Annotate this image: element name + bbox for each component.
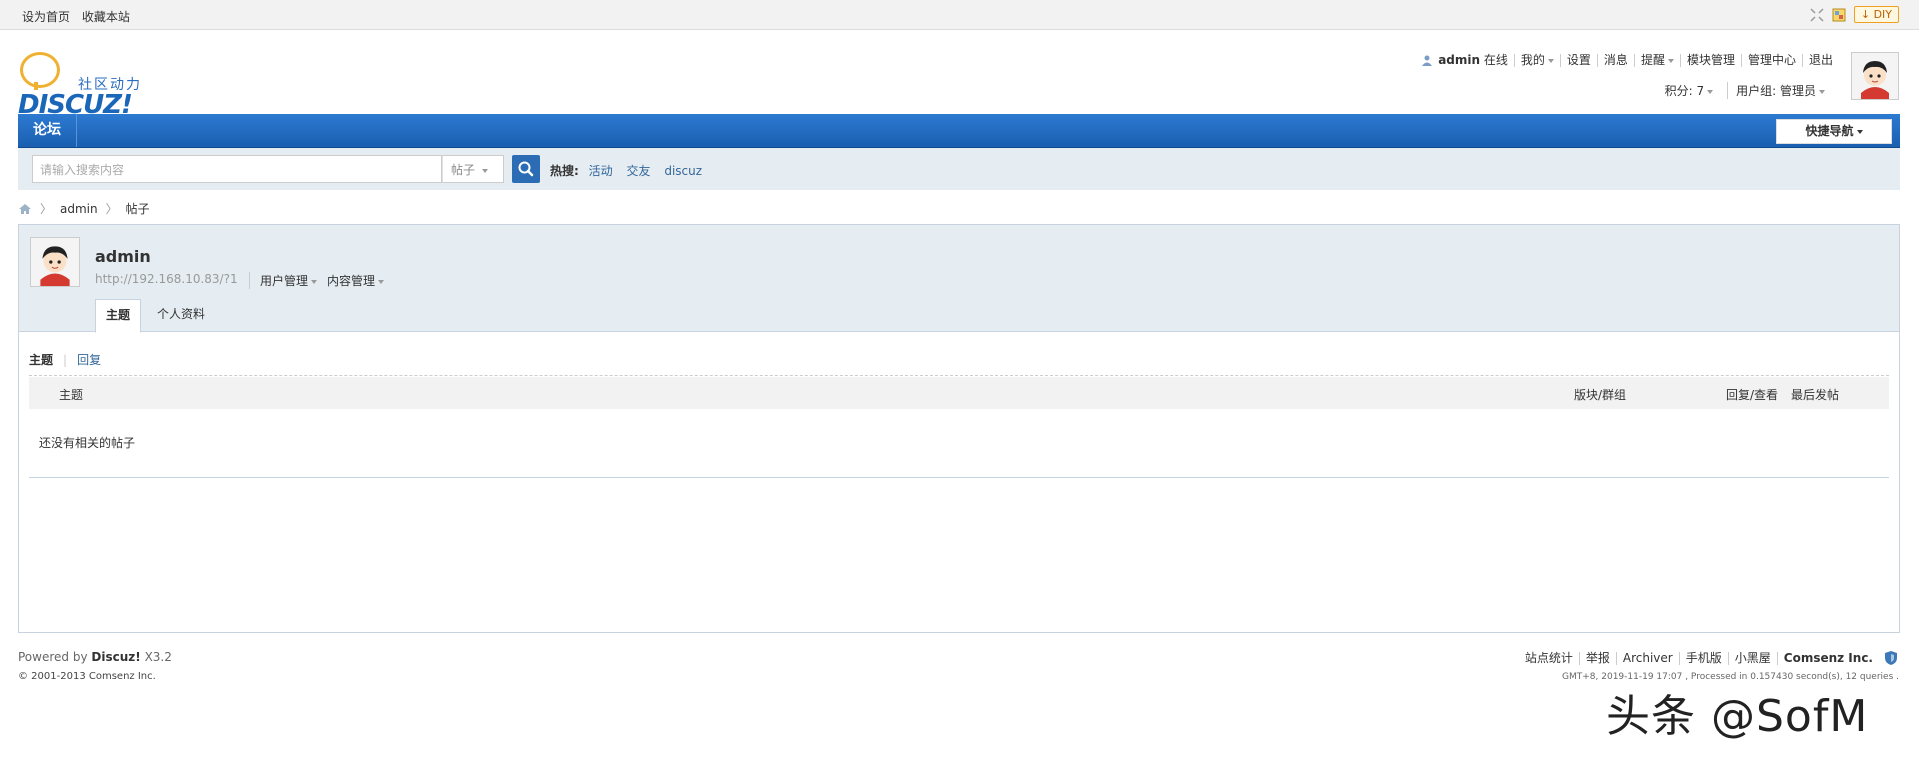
- footer-company-link[interactable]: Comsenz Inc.: [1776, 651, 1879, 665]
- profile-menus: 用户管理 内容管理: [249, 272, 385, 289]
- col-topic: 主题: [59, 388, 84, 402]
- main-nav: 论坛 快捷导航: [18, 114, 1900, 148]
- tab-profile[interactable]: 个人资料: [147, 299, 215, 331]
- shield-icon[interactable]: [1883, 650, 1899, 666]
- nav-item-forum[interactable]: 论坛: [18, 114, 77, 147]
- search-type-select[interactable]: 帖子: [442, 155, 504, 183]
- breadcrumb-current: 帖子: [125, 202, 150, 216]
- quick-nav-button[interactable]: 快捷导航: [1776, 119, 1892, 144]
- footer-link-stats[interactable]: 站点统计: [1519, 651, 1579, 665]
- user-online[interactable]: admin 在线: [1416, 54, 1514, 67]
- col-replies-views: 回复/查看: [1726, 388, 1779, 402]
- footer-copyright: © 2001-2013 Comsenz Inc.: [18, 671, 156, 682]
- reminders-menu[interactable]: 提醒: [1633, 54, 1680, 67]
- chevron-down-icon: [481, 168, 488, 173]
- breadcrumb-user[interactable]: admin: [60, 202, 98, 216]
- footer-link-report[interactable]: 举报: [1578, 651, 1616, 665]
- messages-link[interactable]: 消息: [1596, 54, 1634, 67]
- thread-subtabs: 主题 | 回复: [29, 353, 102, 367]
- theme-icon[interactable]: [1832, 8, 1846, 22]
- watermark: 头条 @SofM: [1606, 691, 1869, 742]
- footer-links: 站点统计 举报 Archiver 手机版 小黑屋 Comsenz Inc.: [1519, 650, 1899, 666]
- tab-topics[interactable]: 主题: [95, 299, 142, 333]
- chevron-down-icon: [1856, 129, 1863, 134]
- top-bar: 设为首页 收藏本站 ↓ DIY: [0, 0, 1919, 30]
- footer-link-mobile[interactable]: 手机版: [1678, 651, 1728, 665]
- divider: [29, 477, 1889, 478]
- logout-link[interactable]: 退出: [1801, 54, 1839, 67]
- search-button[interactable]: [512, 155, 540, 183]
- hot-search-link[interactable]: discuz: [664, 164, 702, 178]
- profile-header: admin http://192.168.10.83/?1 用户管理 内容管理 …: [19, 225, 1899, 333]
- site-logo[interactable]: 社区动力 DISCUZ!: [18, 42, 148, 120]
- thread-table-header: 主题 版块/群组 回复/查看 最后发帖: [29, 377, 1889, 409]
- user-icon: [1422, 55, 1433, 66]
- points-menu[interactable]: 积分: 7: [1657, 82, 1722, 99]
- chevron-down-icon: [1819, 89, 1825, 94]
- profile-avatar[interactable]: [30, 237, 80, 287]
- profile-panel: admin http://192.168.10.83/?1 用户管理 内容管理 …: [18, 224, 1900, 633]
- bookmark-link[interactable]: 收藏本站: [82, 10, 130, 24]
- hot-search-link[interactable]: 交友: [626, 164, 650, 178]
- module-manage-link[interactable]: 模块管理: [1679, 54, 1741, 67]
- profile-name: admin: [95, 247, 151, 266]
- search-icon: [518, 161, 534, 177]
- col-forum: 版块/群组: [1574, 388, 1627, 402]
- col-last-post: 最后发帖: [1791, 388, 1840, 402]
- subtab-replies[interactable]: 回复: [77, 353, 101, 367]
- search-bar: 请输入搜索内容 帖子 热搜: 活动 交友 discuz: [18, 148, 1900, 190]
- product-link[interactable]: Discuz!: [91, 650, 140, 664]
- search-input[interactable]: 请输入搜索内容: [32, 155, 442, 183]
- username-link[interactable]: admin: [1438, 53, 1480, 67]
- chevron-down-icon: [1707, 89, 1714, 94]
- user-stats: 积分: 7 用户组: 管理员: [1657, 82, 1833, 99]
- fullscreen-icon[interactable]: [1810, 7, 1824, 22]
- user-manage-menu[interactable]: 用户管理: [260, 272, 318, 289]
- admin-center-link[interactable]: 管理中心: [1740, 54, 1802, 67]
- home-icon[interactable]: [18, 203, 32, 215]
- diy-button[interactable]: ↓ DIY: [1853, 6, 1899, 23]
- header: 社区动力 DISCUZ! admin 在线 我的 设置 消息 提醒 模块管理 管…: [0, 30, 1919, 120]
- subtab-topics[interactable]: 主题: [29, 353, 53, 367]
- chevron-down-icon: [1667, 58, 1674, 63]
- empty-message: 还没有相关的帖子: [39, 436, 136, 450]
- chevron-down-icon: [1547, 58, 1554, 63]
- hot-search-link[interactable]: 活动: [589, 164, 613, 178]
- settings-link[interactable]: 设置: [1559, 54, 1597, 67]
- breadcrumb: 〉 admin 〉 帖子: [18, 200, 150, 217]
- logo-bubble-icon: [20, 52, 60, 88]
- content-manage-menu[interactable]: 内容管理: [327, 272, 385, 289]
- chevron-down-icon: [378, 279, 385, 284]
- divider: [29, 375, 1889, 376]
- avatar[interactable]: [1851, 52, 1899, 100]
- profile-url[interactable]: http://192.168.10.83/?1: [95, 272, 238, 286]
- footer-powered: Powered by Discuz! X3.2: [18, 650, 172, 664]
- mine-menu[interactable]: 我的: [1513, 54, 1560, 67]
- set-homepage-link[interactable]: 设为首页: [22, 10, 70, 24]
- usergroup-menu[interactable]: 用户组: 管理员: [1727, 82, 1833, 99]
- chevron-down-icon: [311, 279, 318, 284]
- footer-link-blacklist[interactable]: 小黑屋: [1727, 651, 1777, 665]
- user-nav: admin 在线 我的 设置 消息 提醒 模块管理 管理中心 退出: [1416, 54, 1839, 67]
- hot-searches: 热搜: 活动 交友 discuz: [550, 164, 703, 178]
- footer-link-archiver[interactable]: Archiver: [1615, 651, 1679, 665]
